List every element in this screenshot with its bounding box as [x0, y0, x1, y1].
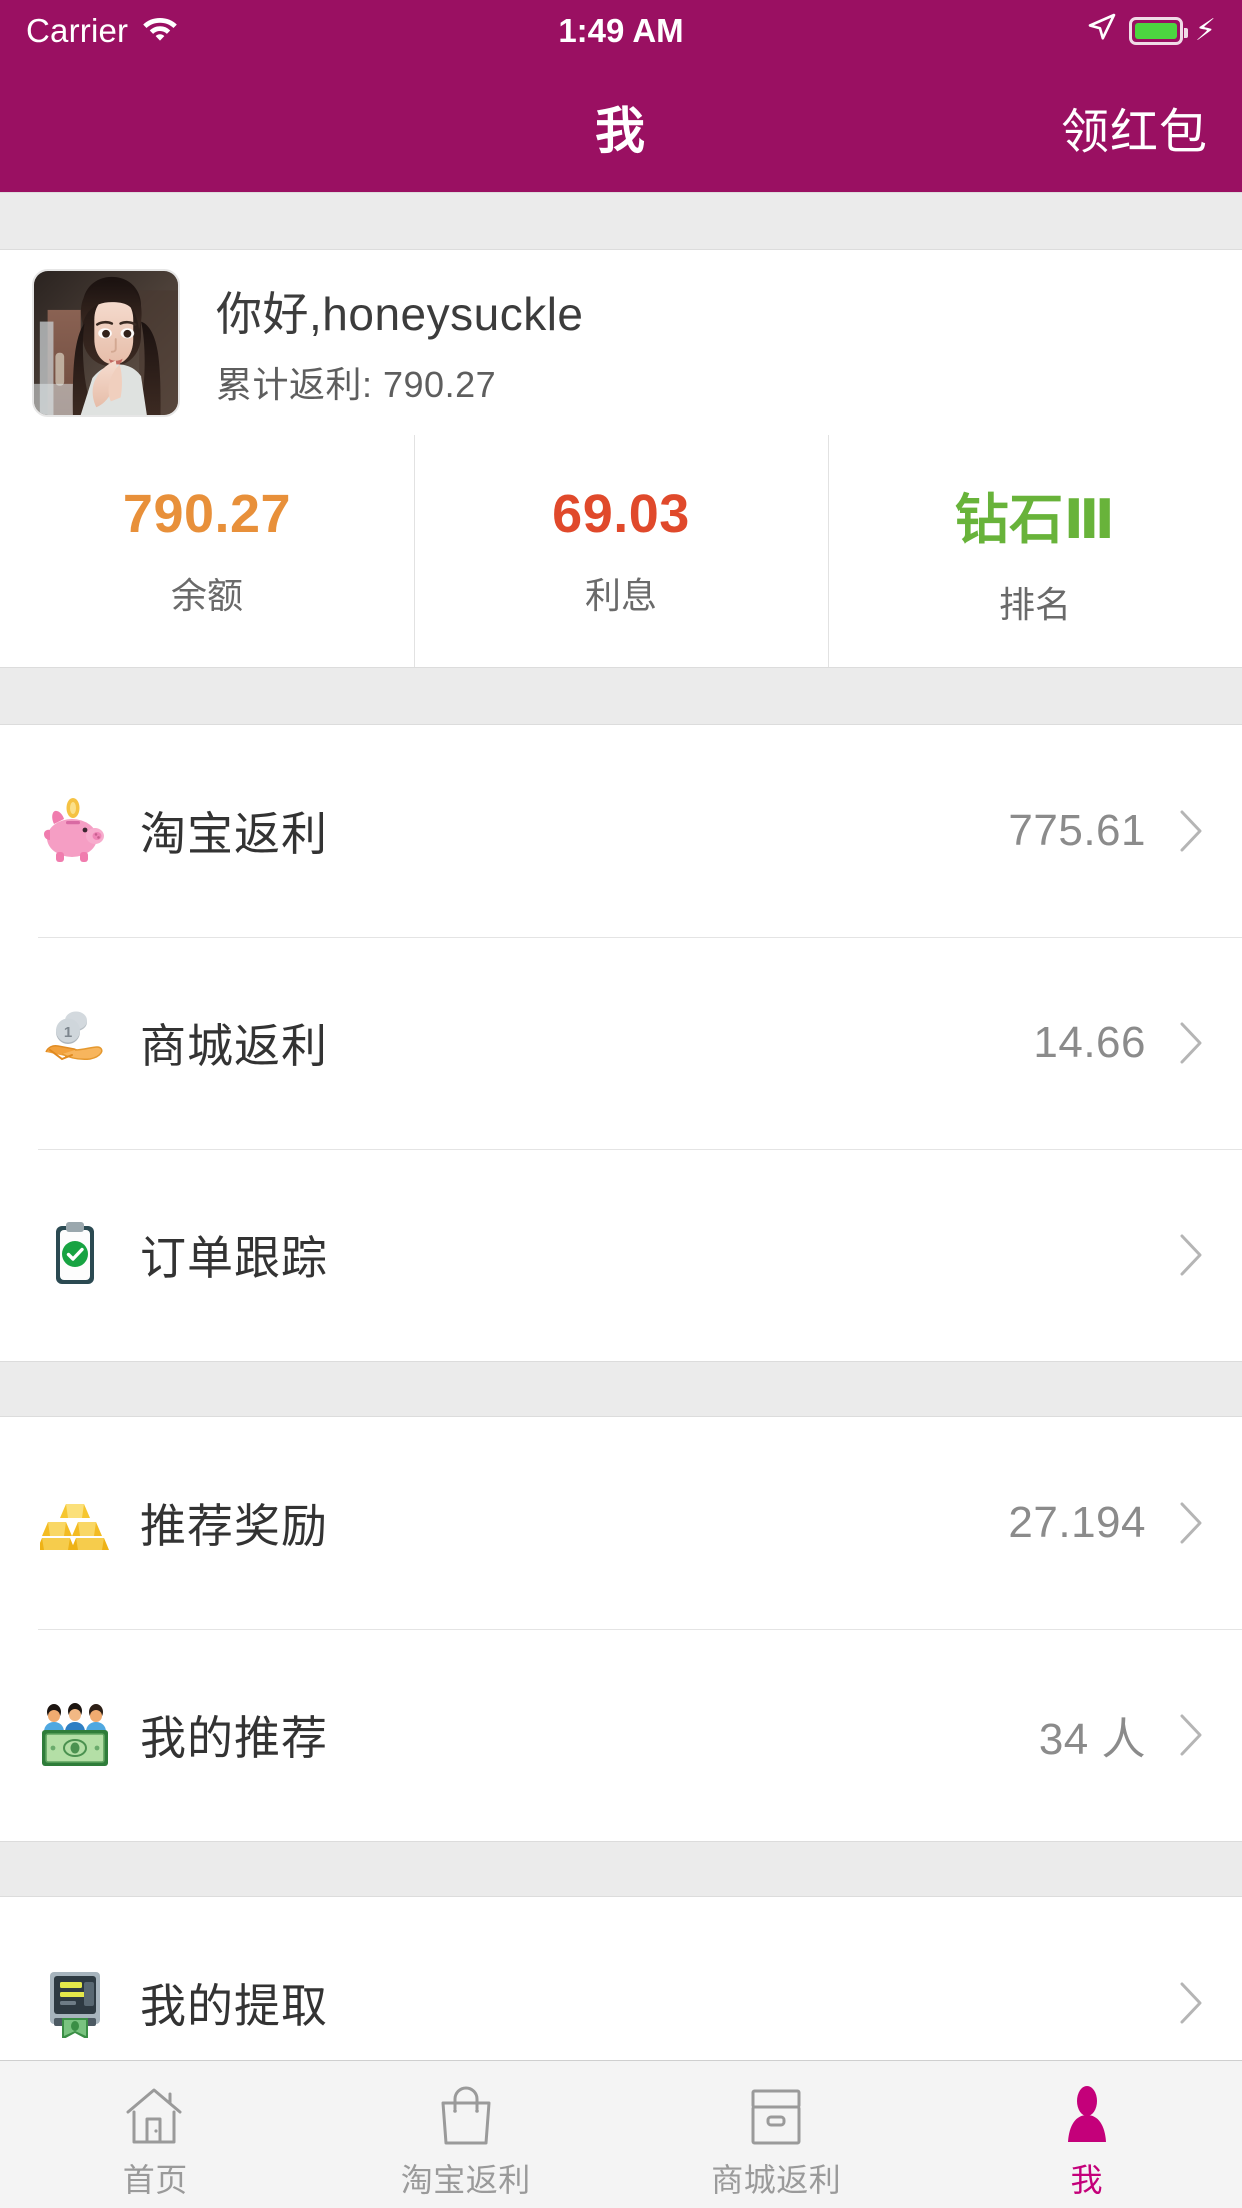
profile-card[interactable]: 你好,honeysuckle 累计返利: 790.27 [0, 250, 1242, 435]
atm-machine-icon [38, 1966, 112, 2040]
stat-rank-label: 排名 [998, 583, 1071, 625]
chevron-right-icon [1174, 1021, 1208, 1065]
chevron-right-icon [1174, 1981, 1208, 2025]
carrier-label: Carrier [26, 12, 129, 49]
row-value: 775.61 [1008, 806, 1146, 855]
spacer-top [0, 192, 1242, 250]
spacer-after-stats [0, 667, 1242, 725]
stat-balance[interactable]: 790.27 余额 [0, 435, 414, 667]
scroll-content: 你好,honeysuckle 累计返利: 790.27 790.27 余额 69… [0, 192, 1242, 2060]
battery-full-icon [1128, 17, 1188, 45]
stat-interest-label: 利息 [584, 575, 657, 616]
tab-profile[interactable]: 我 [932, 2061, 1242, 2208]
person-icon [1060, 2075, 1114, 2147]
status-bar-left: Carrier [26, 12, 178, 50]
row-label: 我的提取 [140, 1980, 328, 2032]
tab-profile-label: 我 [1070, 2161, 1103, 2198]
row-taobao-rebate[interactable]: 淘宝返利 775.61 [0, 725, 1242, 937]
lightning-bolt-icon: ⚡ [1194, 14, 1216, 47]
piggy-bank-icon [38, 794, 112, 868]
red-packet-button[interactable]: 领红包 [1061, 92, 1208, 162]
home-icon [123, 2075, 187, 2147]
row-label: 淘宝返利 [140, 808, 328, 860]
tab-home-label: 首页 [122, 2161, 188, 2198]
svg-text:1: 1 [64, 1024, 72, 1041]
row-label: 商城返利 [140, 1020, 328, 1072]
row-label: 订单跟踪 [140, 1232, 328, 1284]
row-value: 34 人 [1038, 1715, 1146, 1764]
wifi-icon [142, 13, 178, 50]
stats-row: 790.27 余额 69.03 利息 钻石Ⅲ 排名 [0, 435, 1242, 667]
row-mall-rebate[interactable]: 1 商城返利 14.66 [0, 937, 1242, 1149]
row-label: 我的推荐 [140, 1712, 328, 1764]
spacer-after-group1 [0, 1361, 1242, 1417]
chevron-right-icon [1174, 809, 1208, 853]
greeting-text: 你好,honeysuckle [216, 287, 584, 340]
chevron-right-icon [1174, 1233, 1208, 1277]
row-label: 推荐奖励 [140, 1500, 328, 1552]
row-referral-reward[interactable]: 推荐奖励 27.194 [0, 1417, 1242, 1629]
stat-interest[interactable]: 69.03 利息 [414, 435, 828, 667]
profile-text: 你好,honeysuckle 累计返利: 790.27 [216, 278, 584, 408]
tab-bar: 首页 淘宝返利 商城返利 我 [0, 2060, 1242, 2208]
location-arrow-icon [1087, 12, 1117, 50]
row-value: 14.66 [1033, 1018, 1146, 1067]
status-bar-right: ⚡ [1087, 12, 1216, 50]
money-in-hand-icon: 1 [38, 1006, 112, 1080]
status-bar-time: 1:49 AM [558, 12, 684, 49]
stat-interest-value: 69.03 [552, 484, 690, 544]
app-root: Carrier 1:49 AM ⚡ 我 领红包 你好,honeysuckle 累… [0, 0, 1242, 2208]
row-value: 27.194 [1008, 1498, 1146, 1547]
people-money-icon [38, 1698, 112, 1772]
gold-bars-icon [38, 1486, 112, 1560]
clipboard-check-icon [38, 1218, 112, 1292]
row-my-referrals[interactable]: 我的推荐 34 人 [0, 1629, 1242, 1841]
nav-bar: 我 领红包 [0, 62, 1242, 192]
tab-taobao-rebate[interactable]: 淘宝返利 [311, 2061, 622, 2208]
tab-taobao-rebate-label: 淘宝返利 [400, 2161, 531, 2198]
chevron-right-icon [1174, 1713, 1208, 1757]
row-order-tracking[interactable]: 订单跟踪 [0, 1149, 1242, 1361]
row-my-withdrawals[interactable]: 我的提取 [0, 1897, 1242, 2060]
user-avatar-photo[interactable] [32, 268, 180, 417]
tab-home[interactable]: 首页 [0, 2061, 311, 2208]
stat-balance-value: 790.27 [122, 484, 292, 544]
spacer-after-group2 [0, 1841, 1242, 1897]
top-bar: Carrier 1:49 AM ⚡ 我 领红包 [0, 0, 1242, 192]
rebates-group: 淘宝返利 775.61 1 商城返利 14.66 订单跟踪 [0, 725, 1242, 1361]
shopping-bag-icon [437, 2075, 495, 2147]
cumulative-rebate-text: 累计返利: 790.27 [216, 363, 497, 405]
store-icon [748, 2075, 804, 2147]
stat-balance-label: 余额 [170, 575, 243, 616]
chevron-right-icon [1174, 1501, 1208, 1545]
status-bar: Carrier 1:49 AM ⚡ [0, 0, 1242, 62]
tab-mall-rebate[interactable]: 商城返利 [621, 2061, 932, 2208]
stat-rank-value: 钻石Ⅲ [954, 489, 1116, 550]
stat-rank[interactable]: 钻石Ⅲ 排名 [828, 435, 1242, 667]
page-title: 我 [595, 103, 647, 159]
withdraw-group: 我的提取 [0, 1897, 1242, 2060]
tab-mall-rebate-label: 商城返利 [711, 2161, 842, 2198]
referral-group: 推荐奖励 27.194 我的推荐 34 人 [0, 1417, 1242, 1841]
